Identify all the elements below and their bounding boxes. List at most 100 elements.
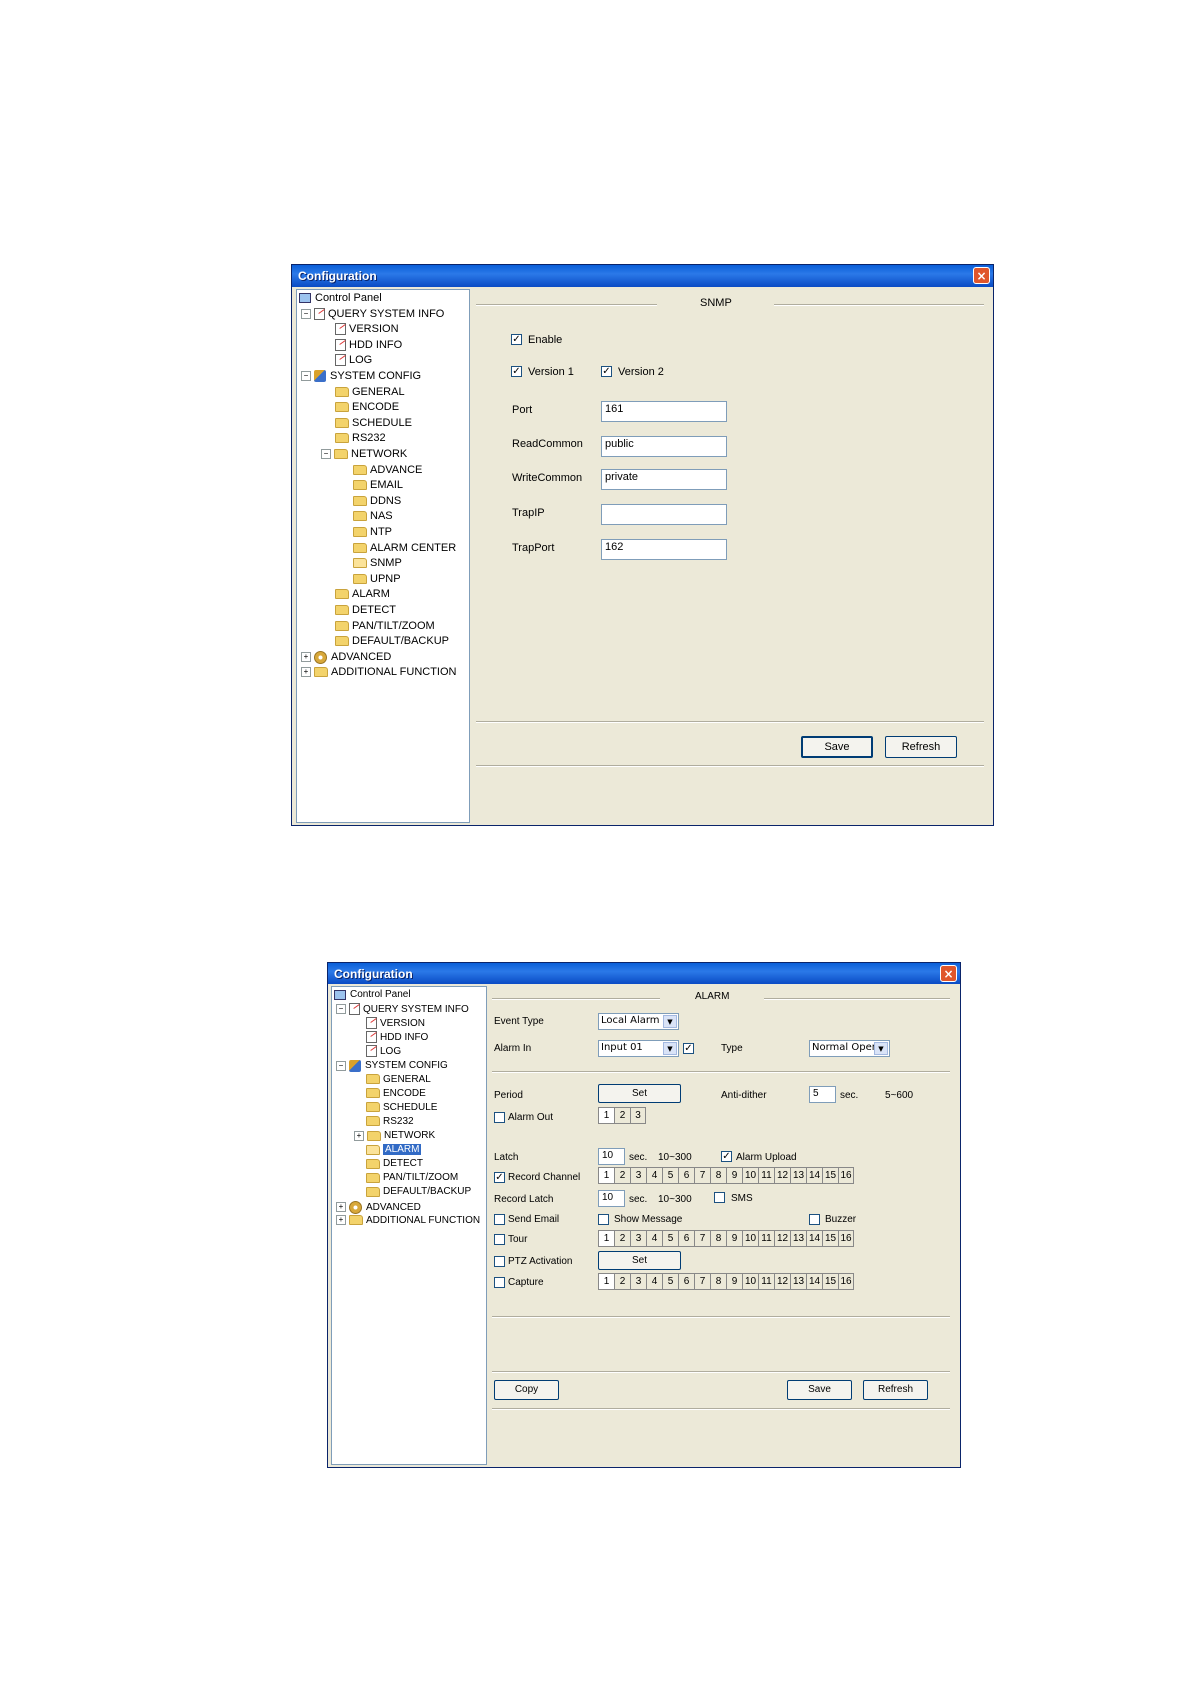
- copy-button[interactable]: Copy: [494, 1380, 559, 1400]
- channel-button-3[interactable]: 3: [630, 1107, 646, 1124]
- period-set-button[interactable]: Set: [598, 1084, 681, 1103]
- tree-item-control-panel[interactable]: Control Panel: [334, 989, 411, 1000]
- expand-icon[interactable]: +: [301, 652, 311, 663]
- tree-item-encode[interactable]: ENCODE: [335, 401, 399, 413]
- alarm-upload-checkbox[interactable]: ✓: [721, 1151, 732, 1162]
- channel-button-13[interactable]: 13: [790, 1273, 806, 1290]
- channel-button-16[interactable]: 16: [838, 1273, 854, 1290]
- channel-button-7[interactable]: 7: [694, 1230, 710, 1247]
- alarm-in-select[interactable]: Input 01 ▼: [598, 1040, 679, 1057]
- channel-button-14[interactable]: 14: [806, 1167, 822, 1184]
- record-latch-input[interactable]: 10: [598, 1190, 625, 1207]
- latch-input[interactable]: 10: [598, 1148, 625, 1165]
- tree-item-encode[interactable]: ENCODE: [366, 1088, 426, 1099]
- title-bar[interactable]: Configuration ×: [328, 963, 960, 984]
- channel-button-2[interactable]: 2: [614, 1273, 630, 1290]
- alarm-in-checkbox[interactable]: ✓: [683, 1043, 694, 1054]
- refresh-button[interactable]: Refresh: [885, 736, 957, 758]
- enable-checkbox[interactable]: ✓: [511, 334, 522, 345]
- channel-button-1[interactable]: 1: [598, 1167, 614, 1184]
- tree-item-default-backup[interactable]: DEFAULT/BACKUP: [366, 1186, 471, 1197]
- tree-item-hdd-info[interactable]: HDD INFO: [366, 1031, 428, 1044]
- channel-button-1[interactable]: 1: [598, 1107, 614, 1124]
- tree-item-alarm-center[interactable]: ALARM CENTER: [353, 542, 456, 554]
- expand-icon[interactable]: +: [301, 667, 311, 678]
- alarm-out-checkbox[interactable]: [494, 1112, 505, 1123]
- collapse-icon[interactable]: −: [321, 449, 331, 460]
- tree-item-schedule[interactable]: SCHEDULE: [366, 1102, 437, 1113]
- collapse-icon[interactable]: −: [301, 371, 311, 382]
- expand-icon[interactable]: +: [354, 1130, 364, 1141]
- tree-item-version[interactable]: VERSION: [335, 323, 399, 336]
- channel-button-6[interactable]: 6: [678, 1230, 694, 1247]
- show-message-checkbox[interactable]: [598, 1214, 609, 1225]
- tree-item-detect[interactable]: DETECT: [366, 1158, 423, 1169]
- channel-button-10[interactable]: 10: [742, 1167, 758, 1184]
- tree-item-schedule[interactable]: SCHEDULE: [335, 417, 412, 429]
- tree-item-version[interactable]: VERSION: [366, 1017, 425, 1030]
- tree-item-advance[interactable]: ADVANCE: [353, 464, 422, 476]
- channel-button-5[interactable]: 5: [662, 1273, 678, 1290]
- channel-button-3[interactable]: 3: [630, 1273, 646, 1290]
- tree-item-system-config[interactable]: − SYSTEM CONFIG: [301, 370, 421, 383]
- channel-button-12[interactable]: 12: [774, 1167, 790, 1184]
- buzzer-checkbox[interactable]: [809, 1214, 820, 1225]
- channel-button-2[interactable]: 2: [614, 1167, 630, 1184]
- tree-item-alarm[interactable]: ALARM: [366, 1144, 422, 1156]
- channel-button-8[interactable]: 8: [710, 1167, 726, 1184]
- tree-item-upnp[interactable]: UPNP: [353, 573, 401, 585]
- channel-button-5[interactable]: 5: [662, 1167, 678, 1184]
- channel-button-8[interactable]: 8: [710, 1230, 726, 1247]
- writecommon-input[interactable]: private: [601, 469, 727, 490]
- channel-button-11[interactable]: 11: [758, 1167, 774, 1184]
- channel-button-15[interactable]: 15: [822, 1167, 838, 1184]
- channel-button-2[interactable]: 2: [614, 1107, 630, 1124]
- tree-item-control-panel[interactable]: Control Panel: [299, 292, 382, 304]
- event-type-select[interactable]: Local Alarm ▼: [598, 1013, 679, 1030]
- channel-button-14[interactable]: 14: [806, 1230, 822, 1247]
- channel-button-15[interactable]: 15: [822, 1230, 838, 1247]
- channel-button-12[interactable]: 12: [774, 1273, 790, 1290]
- channel-button-13[interactable]: 13: [790, 1230, 806, 1247]
- title-bar[interactable]: Configuration ×: [292, 265, 993, 287]
- channel-button-1[interactable]: 1: [598, 1273, 614, 1290]
- ptz-set-button[interactable]: Set: [598, 1251, 681, 1270]
- tree-item-rs232[interactable]: RS232: [335, 432, 386, 444]
- channel-button-9[interactable]: 9: [726, 1230, 742, 1247]
- channel-button-4[interactable]: 4: [646, 1273, 662, 1290]
- channel-button-5[interactable]: 5: [662, 1230, 678, 1247]
- expand-icon[interactable]: +: [336, 1202, 346, 1212]
- tree-item-query-system-info[interactable]: − QUERY SYSTEM INFO: [336, 1003, 469, 1016]
- tree-item-email[interactable]: EMAIL: [353, 479, 403, 491]
- collapse-icon[interactable]: −: [301, 308, 311, 319]
- anti-dither-input[interactable]: 5: [809, 1086, 836, 1103]
- channel-button-10[interactable]: 10: [742, 1230, 758, 1247]
- trapip-input[interactable]: [601, 504, 727, 525]
- channel-button-6[interactable]: 6: [678, 1273, 694, 1290]
- save-button[interactable]: Save: [787, 1380, 852, 1400]
- channel-button-16[interactable]: 16: [838, 1230, 854, 1247]
- version2-checkbox[interactable]: ✓: [601, 366, 612, 377]
- tree-item-general[interactable]: GENERAL: [366, 1074, 431, 1085]
- type-select[interactable]: Normal Open ▼: [809, 1040, 890, 1057]
- chevron-down-icon[interactable]: ▼: [663, 1015, 677, 1028]
- tree-item-ntp[interactable]: NTP: [353, 526, 392, 538]
- sms-checkbox[interactable]: [714, 1192, 725, 1203]
- close-icon[interactable]: ×: [973, 267, 990, 284]
- tree-item-log[interactable]: LOG: [366, 1045, 401, 1058]
- channel-button-11[interactable]: 11: [758, 1273, 774, 1290]
- close-icon[interactable]: ×: [940, 965, 957, 982]
- collapse-icon[interactable]: −: [336, 1060, 346, 1071]
- tree-item-network[interactable]: − NETWORK: [321, 448, 407, 460]
- tree-item-additional-function[interactable]: + ADDITIONAL FUNCTION: [336, 1215, 480, 1226]
- channel-button-16[interactable]: 16: [838, 1167, 854, 1184]
- refresh-button[interactable]: Refresh: [863, 1380, 928, 1400]
- tree-item-general[interactable]: GENERAL: [335, 386, 405, 398]
- channel-button-13[interactable]: 13: [790, 1167, 806, 1184]
- channel-button-7[interactable]: 7: [694, 1273, 710, 1290]
- channel-button-4[interactable]: 4: [646, 1167, 662, 1184]
- version1-checkbox[interactable]: ✓: [511, 366, 522, 377]
- save-button[interactable]: Save: [801, 736, 873, 758]
- expand-icon[interactable]: +: [336, 1215, 346, 1226]
- tree-item-nas[interactable]: NAS: [353, 510, 393, 522]
